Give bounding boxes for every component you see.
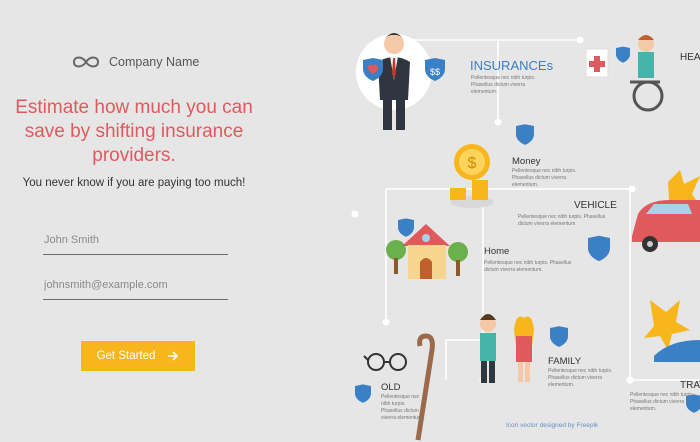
company-name: Company Name xyxy=(109,55,200,69)
get-started-button[interactable]: Get Started xyxy=(81,341,195,371)
insurances-title: INSURANCEs xyxy=(470,58,554,73)
email-input[interactable] xyxy=(43,279,228,300)
get-started-label: Get Started xyxy=(96,350,156,362)
insurance-infographic: $$ $ INSURANCEs Pellentesque nec nibh tu… xyxy=(350,0,700,442)
house-icon xyxy=(386,218,468,279)
image-credit: Icon vector designed by Freepik xyxy=(506,422,599,429)
old-title: OLD xyxy=(381,382,401,393)
infinity-icon xyxy=(72,56,100,68)
page-subheadline: You never know if you are paying too muc… xyxy=(22,177,246,189)
vehicle-desc: Pellentesque nec nibh turpis. Phasellus … xyxy=(518,214,606,227)
money-desc: Pellentesque nec nibh turpis. Phasellus … xyxy=(512,168,577,188)
signup-panel: Company Name Estimate how much you can s… xyxy=(0,0,350,442)
svg-text:$$: $$ xyxy=(430,67,440,77)
family-desc: Pellentesque nec nibh turpis. Phasellus … xyxy=(548,368,613,388)
svg-text:$: $ xyxy=(468,155,477,172)
travel-title: TRAV xyxy=(680,380,700,391)
brand: Company Name xyxy=(71,55,199,69)
travel-desc: Pellentesque nec nibh turpis. Phasellus … xyxy=(630,392,695,412)
family-title: FAMILY xyxy=(548,356,582,367)
wheelchair-icon xyxy=(585,35,664,112)
home-title: Home xyxy=(484,246,510,257)
page-headline: Estimate how much you can save by shifti… xyxy=(15,97,253,166)
vehicle-title: VEHICLE xyxy=(574,200,617,211)
name-input[interactable] xyxy=(43,234,228,255)
businessman-icon: $$ xyxy=(356,33,445,130)
arrow-right-icon xyxy=(168,351,179,361)
home-desc: Pellentesque nec nibh turpis. Phasellus … xyxy=(484,260,572,273)
money-title: Money xyxy=(512,156,541,167)
health-title: HEAL xyxy=(680,52,700,63)
insurances-desc: Pellentesque nec nibh turpis. Phasellus … xyxy=(471,75,536,95)
old-desc: Pellentesque nec nibh turpis. Phasellus … xyxy=(381,394,424,421)
